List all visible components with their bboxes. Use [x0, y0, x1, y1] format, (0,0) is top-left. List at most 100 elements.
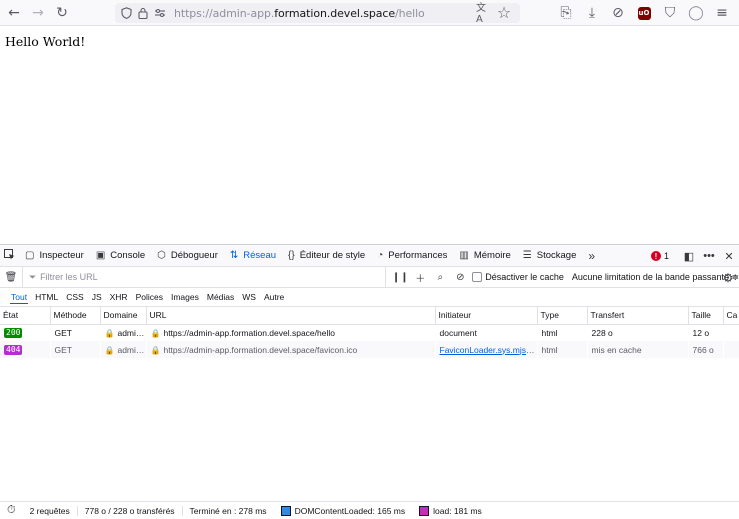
url-host: formation.devel.space	[274, 6, 395, 20]
performance-analysis-button[interactable]: ⏱	[0, 504, 23, 517]
initiator-link[interactable]: FaviconLoader.sys.mjs:1…	[440, 345, 537, 355]
type-filter-css[interactable]: CSS	[62, 288, 87, 307]
page-viewport: Hello World!	[0, 27, 739, 244]
url-path: /hello	[395, 6, 425, 20]
throttling-select[interactable]: Aucune limitation de la bande passante ≑	[572, 272, 739, 283]
column-header-type[interactable]: Type	[537, 307, 588, 325]
cache-cell	[723, 341, 739, 358]
url-bar[interactable]: https://admin-app.formation.devel.space/…	[115, 3, 520, 25]
url-text[interactable]: https://admin-app.formation.devel.space/…	[174, 7, 425, 20]
element-picker-button[interactable]	[0, 245, 19, 267]
status-cell: 404	[0, 341, 50, 358]
type-filter-js[interactable]: JS	[88, 288, 106, 307]
ublock-button[interactable]: uO	[631, 1, 657, 25]
menu-button[interactable]: ≡	[709, 1, 735, 25]
error-count-badge[interactable]: ! 1	[650, 251, 669, 261]
style-editor-icon: {}	[288, 250, 295, 261]
column-header-domain[interactable]: Domaine	[100, 307, 147, 325]
plus-icon: ＋	[415, 273, 426, 285]
tab-label: Inspecteur	[39, 250, 84, 261]
type-filter-fonts[interactable]: Polices	[132, 288, 167, 307]
memory-icon: ▥	[459, 250, 469, 261]
status-badge: 404	[4, 345, 23, 355]
save-to-pocket-button[interactable]: ⎘	[553, 1, 579, 25]
network-settings-button[interactable]: ⚙	[719, 267, 737, 288]
add-request-button[interactable]: ＋	[410, 267, 430, 287]
filter-icon: ⏷	[28, 271, 37, 282]
size-cell: 12 o	[692, 327, 710, 338]
devtools-right-controls: ! 1 ◧ ••• ✕	[650, 245, 739, 267]
element-picker-icon	[4, 248, 15, 263]
disable-cache-label: Désactiver le cache	[485, 272, 564, 282]
forward-button[interactable]: →	[26, 1, 50, 25]
pocket-icon: ⎘	[560, 5, 572, 21]
pause-button[interactable]: ❙❙	[390, 267, 410, 287]
type-filter-media[interactable]: Médias	[203, 288, 238, 307]
tab-inspector[interactable]: ▢ Inspecteur	[19, 245, 90, 267]
permissions-icon[interactable]	[153, 6, 167, 20]
chevron-double-right-icon: »	[588, 248, 596, 263]
tab-style-editor[interactable]: {} Éditeur de style	[282, 245, 371, 267]
privacy-extension-button[interactable]: ⛉	[657, 1, 683, 25]
column-header-size[interactable]: Taille	[688, 307, 724, 325]
disable-cache-toggle[interactable]: Désactiver le cache	[472, 272, 564, 282]
browser-toolbar: ← → ↻ https://admin-app.formation.devel.…	[0, 0, 739, 26]
column-header-url[interactable]: URL	[146, 307, 436, 325]
url-filter-input[interactable]: ⏷ Filtrer les URL	[21, 266, 387, 288]
reload-button[interactable]: ↻	[50, 1, 74, 25]
network-status-bar: ⏱ 2 requêtes 778 o / 228 o transférés Te…	[0, 501, 739, 519]
type-filter-images[interactable]: Images	[167, 288, 203, 307]
devtools-menu-button[interactable]: •••	[699, 245, 719, 267]
column-header-transfer[interactable]: Transfert	[587, 307, 689, 325]
column-header-initiator[interactable]: Initiateur	[435, 307, 538, 325]
more-tabs-button[interactable]: »	[582, 245, 606, 267]
close-devtools-button[interactable]: ✕	[719, 245, 739, 267]
back-button[interactable]: ←	[2, 1, 26, 25]
nav-buttons: ← → ↻	[2, 1, 74, 25]
storage-icon: ☰	[522, 250, 532, 261]
account-button[interactable]: ◯	[683, 1, 709, 25]
size-cell: 766 o	[688, 341, 723, 358]
lock-icon[interactable]	[136, 6, 150, 20]
downloads-button[interactable]: ⤓	[579, 1, 605, 25]
tab-performance[interactable]: ◔ Performances	[371, 245, 453, 267]
tab-label: Débogueur	[170, 250, 218, 261]
tab-network[interactable]: ⇅ Réseau	[224, 245, 282, 267]
table-row[interactable]: 200 GET 🔒 admi… 🔒 https://admin-app.format…	[0, 324, 739, 341]
column-header-cache[interactable]: Ca	[723, 307, 739, 325]
devtools-panel: ▢ Inspecteur ▣ Console ⬡ Débogueur ⇅ Réseau …	[0, 244, 739, 519]
search-button[interactable]: ⌕	[430, 267, 450, 287]
tab-debugger[interactable]: ⬡ Débogueur	[151, 245, 224, 267]
dock-icon: ◧	[683, 250, 695, 263]
initiator-cell: FaviconLoader.sys.mjs:1…	[435, 341, 537, 358]
domain-text: admi…	[117, 327, 145, 338]
type-filter-ws[interactable]: WS	[238, 288, 260, 307]
performance-icon: ◔	[377, 250, 384, 261]
tab-label: Stockage	[536, 250, 577, 261]
shield-extension-icon: ⛉	[664, 5, 676, 21]
type-filter-all[interactable]: Tout	[7, 288, 31, 307]
tab-console[interactable]: ▣ Console	[90, 245, 151, 267]
dock-toggle-button[interactable]: ◧	[679, 245, 699, 267]
type-filter-xhr[interactable]: XHR	[106, 288, 132, 307]
table-row[interactable]: 404 GET 🔒 admi… 🔒 https://admin-app.format…	[0, 341, 739, 358]
block-requests-button[interactable]: ⊘	[450, 267, 470, 287]
block-icon: ⊘	[456, 271, 465, 283]
disable-cache-checkbox[interactable]	[472, 272, 483, 282]
type-filter-html[interactable]: HTML	[31, 288, 62, 307]
bookmark-star-icon[interactable]: ☆	[497, 3, 511, 22]
shield-icon[interactable]	[119, 6, 133, 20]
tab-storage[interactable]: ☰ Stockage	[517, 245, 583, 267]
column-header-status[interactable]: État	[0, 307, 51, 325]
type-filter-other[interactable]: Autre	[260, 288, 288, 307]
devtools-tabbar: ▢ Inspecteur ▣ Console ⬡ Débogueur ⇅ Réseau …	[0, 245, 739, 267]
ublock-icon: uO	[637, 6, 651, 20]
translate-icon[interactable]: 文A	[476, 3, 490, 25]
column-header-method[interactable]: Méthode	[50, 307, 101, 325]
extension-button[interactable]: ⊘	[605, 1, 631, 25]
tab-memory[interactable]: ▥ Mémoire	[453, 245, 516, 267]
hamburger-icon: ≡	[716, 5, 728, 21]
load-text: load: 181 ms	[433, 505, 482, 516]
clear-requests-button[interactable]: 🗑	[0, 272, 22, 283]
download-icon: ⤓	[588, 5, 596, 21]
